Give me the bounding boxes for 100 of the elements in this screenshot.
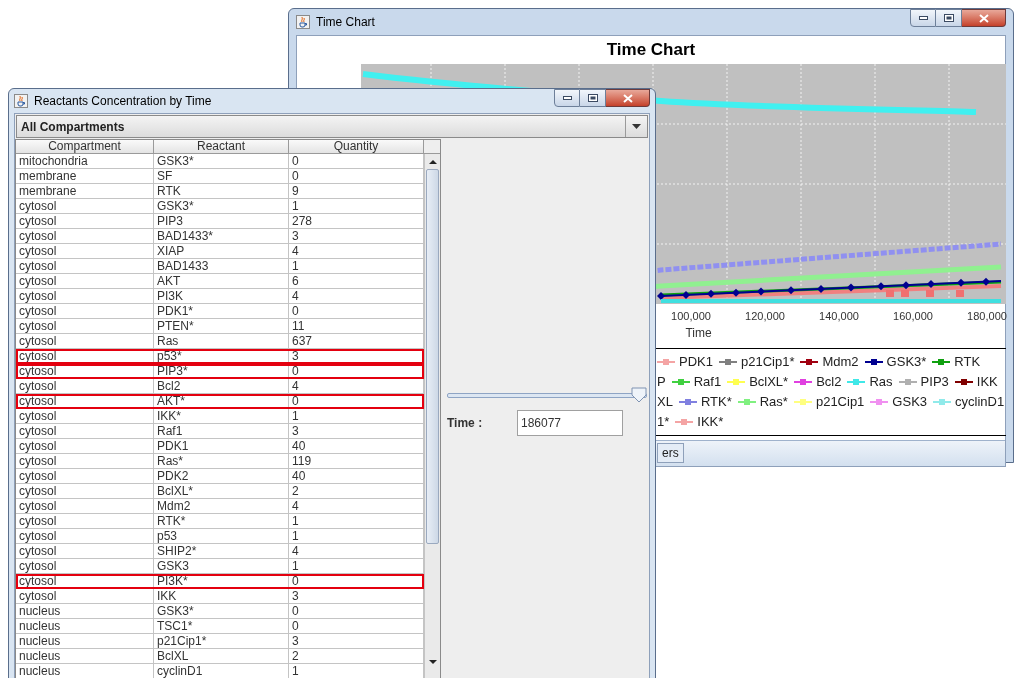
- scrollbar-thumb[interactable]: [426, 169, 439, 544]
- table-row[interactable]: membrane SF 0: [16, 169, 424, 184]
- table-cell: PTEN*: [154, 319, 289, 334]
- table-cell: Raf1: [154, 424, 289, 439]
- table-row[interactable]: cytosol PIP3* 0: [16, 364, 424, 379]
- table-row[interactable]: cytosol BAD1433* 3: [16, 229, 424, 244]
- table-cell: TSC1*: [154, 619, 289, 634]
- table-cell: 1: [289, 529, 424, 544]
- table-cell: 40: [289, 439, 424, 454]
- close-icon: [978, 13, 989, 23]
- table-cell: cytosol: [16, 439, 154, 454]
- table-row[interactable]: membrane RTK 9: [16, 184, 424, 199]
- axis-tick-label: 140,000: [819, 309, 859, 324]
- table-cell: 11: [289, 319, 424, 334]
- table-cell: p53: [154, 529, 289, 544]
- java-cup-icon: [296, 15, 310, 29]
- table-cell: cytosol: [16, 229, 154, 244]
- table-row[interactable]: cytosol IKK* 1: [16, 409, 424, 424]
- table-cell: GSK3*: [154, 199, 289, 214]
- table-cell: 0: [289, 304, 424, 319]
- column-header[interactable]: Reactant: [154, 140, 289, 154]
- table-cell: 6: [289, 274, 424, 289]
- table-row[interactable]: cytosol Mdm2 4: [16, 499, 424, 514]
- table-cell: 1: [289, 409, 424, 424]
- maximize-button[interactable]: [580, 89, 606, 107]
- close-button[interactable]: [962, 9, 1006, 27]
- table-cell: Mdm2: [154, 499, 289, 514]
- table-cell: 278: [289, 214, 424, 229]
- table-cell: PDK2: [154, 469, 289, 484]
- table-row[interactable]: cytosol p53 1: [16, 529, 424, 544]
- minimize-button[interactable]: [910, 9, 936, 27]
- table-row[interactable]: cytosol PDK2 40: [16, 469, 424, 484]
- table-cell: mitochondria: [16, 154, 154, 169]
- axis-tick-label: 100,000: [671, 309, 711, 324]
- table-cell: 1: [289, 559, 424, 574]
- table-cell: AKT*: [154, 394, 289, 409]
- column-header[interactable]: Quantity: [289, 140, 424, 154]
- table-cell: GSK3*: [154, 604, 289, 619]
- table-cell: cytosol: [16, 469, 154, 484]
- table-row[interactable]: cytosol PI3K 4: [16, 289, 424, 304]
- table-row[interactable]: nucleus TSC1* 0: [16, 619, 424, 634]
- dropdown-caret-icon: [632, 124, 641, 129]
- legend-label: RTK*: [700, 393, 732, 412]
- table-cell: IKK: [154, 589, 289, 604]
- table-cell: cytosol: [16, 199, 154, 214]
- minimize-button[interactable]: [554, 89, 580, 107]
- table-row[interactable]: cytosol Raf1 3: [16, 424, 424, 439]
- table-row[interactable]: mitochondria GSK3* 0: [16, 154, 424, 169]
- tab[interactable]: ers: [657, 443, 684, 463]
- table-cell: PIP3*: [154, 364, 289, 379]
- table-cell: cytosol: [16, 214, 154, 229]
- compartment-dropdown[interactable]: All Compartments: [16, 115, 648, 138]
- table-cell: IKK*: [154, 409, 289, 424]
- legend-label: XL: [657, 393, 673, 412]
- table-cell: 9: [289, 184, 424, 199]
- maximize-button[interactable]: [936, 9, 962, 27]
- table-row[interactable]: cytosol BclXL* 2: [16, 484, 424, 499]
- table-row[interactable]: cytosol PIP3 278: [16, 214, 424, 229]
- table-row[interactable]: cytosol PTEN* 11: [16, 319, 424, 334]
- table-row[interactable]: cytosol Ras* 119: [16, 454, 424, 469]
- time-slider[interactable]: [447, 386, 647, 404]
- table-row[interactable]: cytosol Ras 637: [16, 334, 424, 349]
- table-row[interactable]: cytosol AKT 6: [16, 274, 424, 289]
- table-cell: 1: [289, 199, 424, 214]
- legend-label: BclXL*: [749, 373, 789, 392]
- table-row[interactable]: cytosol RTK* 1: [16, 514, 424, 529]
- legend-label: P: [657, 373, 666, 392]
- table-cell: cytosol: [16, 424, 154, 439]
- table-cell: BclXL: [154, 649, 289, 664]
- table-row[interactable]: cytosol p53* 3: [16, 349, 424, 364]
- legend-label: GSK3: [892, 393, 928, 412]
- table-row[interactable]: cytosol IKK 3: [16, 589, 424, 604]
- table-row[interactable]: cytosol XIAP 4: [16, 244, 424, 259]
- table-row[interactable]: cytosol PDK1 40: [16, 439, 424, 454]
- time-input-field[interactable]: 186077: [517, 410, 623, 436]
- table-row[interactable]: cytosol BAD1433 1: [16, 259, 424, 274]
- table-row[interactable]: cytosol Bcl2 4: [16, 379, 424, 394]
- time-label: Time :: [447, 415, 484, 432]
- table-row[interactable]: cytosol PI3K* 0: [16, 574, 424, 589]
- table-cell: 0: [289, 169, 424, 184]
- table-row[interactable]: cytosol GSK3 1: [16, 559, 424, 574]
- slider-thumb[interactable]: [631, 387, 647, 403]
- table-row[interactable]: nucleus GSK3* 0: [16, 604, 424, 619]
- table-cell: 0: [289, 619, 424, 634]
- java-cup-icon: [14, 94, 28, 108]
- table-row[interactable]: nucleus BclXL 2: [16, 649, 424, 664]
- table-cell: Bcl2: [154, 379, 289, 394]
- table-cell: cytosol: [16, 319, 154, 334]
- legend-label: Ras*: [759, 393, 788, 412]
- close-button[interactable]: [606, 89, 650, 107]
- window-title: Time Chart: [316, 14, 375, 31]
- table-row[interactable]: cytosol SHIP2* 4: [16, 544, 424, 559]
- table-cell: nucleus: [16, 619, 154, 634]
- column-header[interactable]: Compartment: [16, 140, 154, 154]
- table-row[interactable]: nucleus p21Cip1* 3: [16, 634, 424, 649]
- table-cell: nucleus: [16, 604, 154, 619]
- table-row[interactable]: cytosol PDK1* 0: [16, 304, 424, 319]
- table-cell: PI3K*: [154, 574, 289, 589]
- table-row[interactable]: cytosol AKT* 0: [16, 394, 424, 409]
- table-row[interactable]: cytosol GSK3* 1: [16, 199, 424, 214]
